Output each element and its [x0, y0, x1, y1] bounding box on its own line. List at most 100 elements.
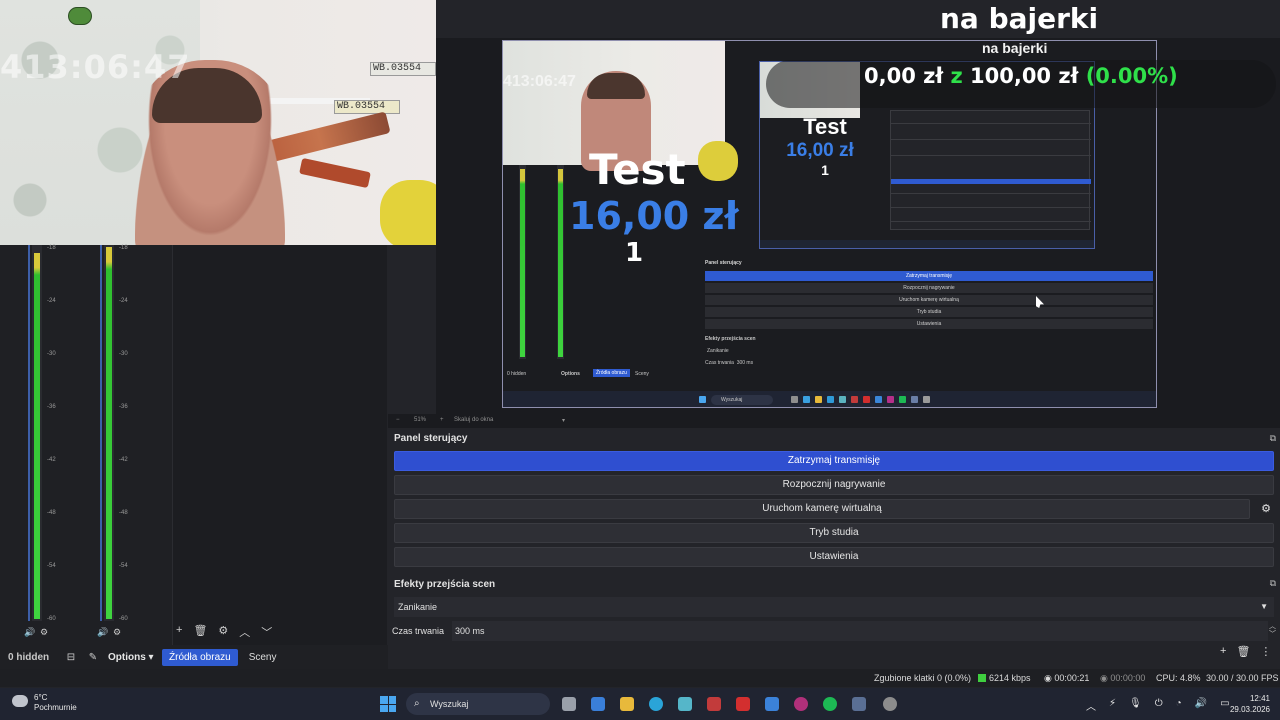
system-clock[interactable]: 12:41 29.03.2026 [1226, 693, 1270, 715]
duration-input[interactable]: 300 ms [452, 621, 1268, 641]
copilot-icon[interactable] [591, 697, 605, 711]
audio-mixer: -18 -24 -30 -36 -42 -48 -54 -60 -18 -24 … [0, 245, 172, 645]
nested-button: Ustawienia [705, 319, 1153, 329]
trash-icon[interactable]: 🗑 [193, 624, 207, 640]
goal-amount: 0,00 zł z 100,00 zł (0.00%) [864, 64, 1178, 88]
goal-title: na bajerki [940, 2, 1099, 35]
options-dropdown[interactable]: Options ▾ [108, 652, 158, 663]
fps: 30.00 / 30.00 FPS [1206, 673, 1279, 683]
volume-icon[interactable]: 🔊 [97, 627, 108, 638]
duration-stepper[interactable]: ︿ ﹀ [1269, 623, 1276, 639]
toy-rifle [299, 157, 371, 189]
transitions-dock: Efekty przejścia scen ⧉ Zanikanie ▼ Czas… [388, 575, 1280, 645]
preview-toolbar: − 51% + Skaluj do okna ▾ [388, 414, 1280, 428]
edge-icon[interactable] [649, 697, 663, 711]
mail-icon[interactable] [765, 697, 779, 711]
gear-icon[interactable]: ⚙ [113, 627, 121, 638]
settings-icon[interactable]: ✎ [82, 652, 104, 663]
gear-icon[interactable]: ⚙ [1256, 499, 1276, 519]
gear-icon[interactable]: ⚙ [40, 627, 48, 638]
nested-button: Tryb studia [705, 307, 1153, 317]
task-view-icon[interactable] [562, 697, 576, 711]
volume-icon[interactable]: 🔊 [1195, 698, 1207, 713]
windows-start-icon[interactable] [380, 696, 396, 712]
settings-button[interactable]: Ustawienia [394, 547, 1274, 567]
fit-to-window[interactable]: Skaluj do okna [454, 417, 493, 423]
nested-effects-title: Efekty przejścia scen [705, 336, 756, 342]
transition-select[interactable]: Zanikanie ▼ [394, 597, 1274, 617]
nested-panel-title: Panel sterujący [705, 260, 742, 266]
obs-icon[interactable] [883, 697, 897, 711]
nested-button: Uruchom kamerę wirtualną [705, 295, 1153, 305]
chevron-down-icon[interactable]: ▾ [562, 417, 565, 424]
status-bar: Zgubione klatki 0 (0.0%) 6214 kbps ◉ 00:… [0, 669, 1280, 687]
mic-icon[interactable]: 🎙 [1129, 698, 1142, 713]
filter-icon[interactable]: ⊟ [60, 652, 82, 663]
float-dock-icon[interactable]: ⧉ [1270, 433, 1276, 444]
taskbar: 6°C Pochmurnie ⌕ Wyszukaj ︿ ⚡ 🎙 ⏻ ◔ 🔊 ▭ 1… [0, 688, 1280, 720]
preview-meters [515, 165, 575, 359]
steam-icon[interactable] [852, 697, 866, 711]
wifi-icon[interactable]: ◔ [1176, 698, 1182, 713]
license-plate: WB.03554 [370, 62, 436, 76]
license-plate: WB.03554 [334, 100, 400, 114]
zoom-in-icon[interactable]: + [440, 417, 444, 423]
audio-meter [100, 245, 114, 621]
cpu-usage: CPU: 4.8% [1156, 673, 1201, 683]
add-icon[interactable]: + [1220, 645, 1226, 658]
chevron-up-icon[interactable]: ︿ [239, 624, 250, 640]
opera-icon[interactable] [794, 697, 808, 711]
nested-tab-sources: Źródła obrazu [593, 369, 630, 377]
spotify-icon[interactable] [823, 697, 837, 711]
virtual-camera-button[interactable]: Uruchom kamerę wirtualną [394, 499, 1250, 519]
nested-transition: Zanikanie [707, 348, 729, 354]
nested-options: Options [561, 371, 580, 377]
nested-taskbar: Wyszukaj [503, 391, 1156, 407]
studio-mode-button[interactable]: Tryb studia [394, 523, 1274, 543]
file-explorer-icon[interactable] [620, 697, 634, 711]
record-time: ◉ 00:00:00 [1100, 673, 1146, 683]
shield-icon[interactable] [707, 697, 721, 711]
l-app-icon[interactable] [736, 697, 750, 711]
dock-title: Efekty przejścia scen [394, 579, 496, 590]
add-icon[interactable]: + [176, 624, 182, 640]
scene-dock-bar: 0 hidden ⊟ ✎ Options ▾ Źródła obrazu Sce… [0, 645, 388, 669]
goal-label: na bajerki [982, 40, 1048, 56]
hidden-count: 0 hidden [8, 651, 50, 663]
duration-label: Czas trwania [392, 626, 445, 636]
tab-sources[interactable]: Źródła obrazu [162, 648, 238, 666]
sources-list[interactable] [172, 245, 387, 645]
stream-time: ◉ 00:00:21 [1044, 673, 1090, 683]
bitrate: 6214 kbps [978, 673, 1031, 683]
stream-clock: 413:06:47 [0, 51, 189, 83]
zoom-level: 51% [414, 417, 427, 423]
nested-duration: Czas trwania 300 ms [705, 360, 754, 366]
volume-icon[interactable]: 🔊 [24, 627, 35, 638]
nested-hidden: 0 hidden [507, 371, 527, 377]
bluetooth-icon[interactable]: ⚡ [1109, 698, 1116, 713]
chevron-down-icon[interactable]: ﹀ [261, 624, 272, 640]
search-icon: ⌕ [414, 698, 420, 709]
start-recording-button[interactable]: Rozpocznij nagrywanie [394, 475, 1274, 495]
donation-goal: na bajerki 0,00 zł z 100,00 zł (0.00%) [760, 36, 1280, 116]
yellow-object [380, 180, 436, 245]
chevron-down-icon: ▼ [1260, 602, 1268, 611]
chevron-up-icon[interactable]: ︿ [1086, 698, 1096, 713]
gear-icon[interactable]: ⚙ [218, 624, 228, 640]
donation-alert: Test 16,00 zł 1 [569, 145, 739, 268]
obs-window: — ❐ ✕ WB.03554 WB.03554 413:06:47 -18 -2… [0, 0, 1280, 720]
more-icon[interactable]: ⋮ [1260, 645, 1271, 658]
usb-icon[interactable]: ⏻ [1155, 698, 1163, 713]
nested-button: Zatrzymaj transmisję [705, 271, 1153, 281]
tab-scenes[interactable]: Sceny [242, 649, 284, 666]
stop-stream-button[interactable]: Zatrzymaj transmisję [394, 451, 1274, 471]
store-icon[interactable] [678, 697, 692, 711]
dock-title: Panel sterujący [394, 433, 468, 444]
controls-dock: Panel sterujący ⧉ Zatrzymaj transmisję R… [388, 430, 1280, 574]
audio-meter [28, 245, 42, 621]
dropped-frames: Zgubione klatki 0 (0.0%) [874, 673, 972, 683]
float-dock-icon[interactable]: ⧉ [1270, 578, 1276, 589]
zoom-out-icon[interactable]: − [396, 417, 400, 423]
taskbar-search[interactable]: ⌕ Wyszukaj [406, 693, 550, 715]
trash-icon[interactable]: 🗑 [1236, 645, 1250, 658]
